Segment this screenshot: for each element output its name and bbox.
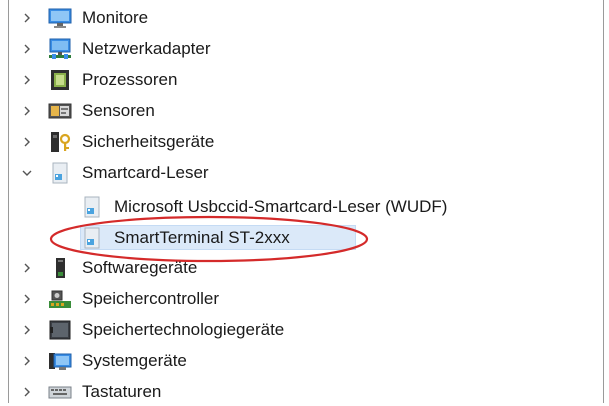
tree-item-netzwerkadapter[interactable]: Netzwerkadapter bbox=[20, 35, 580, 63]
tree-item-label: Speichercontroller bbox=[82, 289, 220, 308]
tree-item-sicherheitsgeraete[interactable]: Sicherheitsgeräte bbox=[20, 128, 580, 156]
tree-item-smartcard-leser[interactable]: Smartcard-Leser bbox=[20, 159, 580, 187]
tree-item-label: Smartcard-Leser bbox=[82, 163, 209, 182]
chevron-right-icon[interactable] bbox=[20, 261, 34, 275]
tree-item-label: Monitore bbox=[82, 8, 149, 27]
security-device-icon bbox=[48, 131, 72, 153]
storage-controller-icon bbox=[48, 288, 72, 310]
tree-item-speichercontroller[interactable]: Speichercontroller bbox=[20, 285, 580, 313]
chevron-right-icon[interactable] bbox=[20, 323, 34, 337]
tree-item-monitore[interactable]: Monitore bbox=[20, 4, 580, 32]
smartcard-reader-icon bbox=[48, 162, 72, 184]
software-device-icon bbox=[48, 257, 72, 279]
chevron-down-icon[interactable] bbox=[20, 166, 34, 180]
tree-item-label: Softwaregeräte bbox=[82, 258, 198, 277]
memory-technology-icon bbox=[48, 319, 72, 341]
chevron-right-icon[interactable] bbox=[20, 104, 34, 118]
monitor-icon bbox=[48, 7, 72, 29]
network-adapter-icon bbox=[48, 38, 72, 60]
tree-item-softwaregeraete[interactable]: Softwaregeräte bbox=[20, 254, 580, 282]
tree-item-sensoren[interactable]: Sensoren bbox=[20, 97, 580, 125]
tree-item-label: Tastaturen bbox=[82, 382, 162, 401]
tree-item-label: Systemgeräte bbox=[82, 351, 187, 370]
chevron-right-icon[interactable] bbox=[20, 73, 34, 87]
tree-item-prozessoren[interactable]: Prozessoren bbox=[20, 66, 580, 94]
tree-item-label: Sensoren bbox=[82, 101, 155, 120]
chevron-right-icon[interactable] bbox=[20, 42, 34, 56]
system-device-icon bbox=[48, 350, 72, 372]
tree-item-label: Prozessoren bbox=[82, 70, 178, 89]
chevron-right-icon[interactable] bbox=[20, 11, 34, 25]
tree-item-label: Netzwerkadapter bbox=[82, 39, 211, 58]
tree-item-speichertechnologiegeraete[interactable]: Speichertechnologiegeräte bbox=[20, 316, 580, 344]
chevron-right-icon[interactable] bbox=[20, 292, 34, 306]
tree-item-systemgeraete[interactable]: Systemgeräte bbox=[20, 347, 580, 375]
sensor-icon bbox=[48, 100, 72, 122]
chevron-right-icon[interactable] bbox=[20, 354, 34, 368]
chevron-right-icon[interactable] bbox=[20, 385, 34, 399]
chevron-right-icon[interactable] bbox=[20, 135, 34, 149]
tree-item-tastaturen[interactable]: Tastaturen bbox=[20, 378, 580, 406]
tree-item-label: Speichertechnologiegeräte bbox=[82, 320, 285, 339]
processor-icon bbox=[48, 69, 72, 91]
tree-item-label: Sicherheitsgeräte bbox=[82, 132, 215, 151]
keyboard-icon bbox=[48, 381, 72, 403]
